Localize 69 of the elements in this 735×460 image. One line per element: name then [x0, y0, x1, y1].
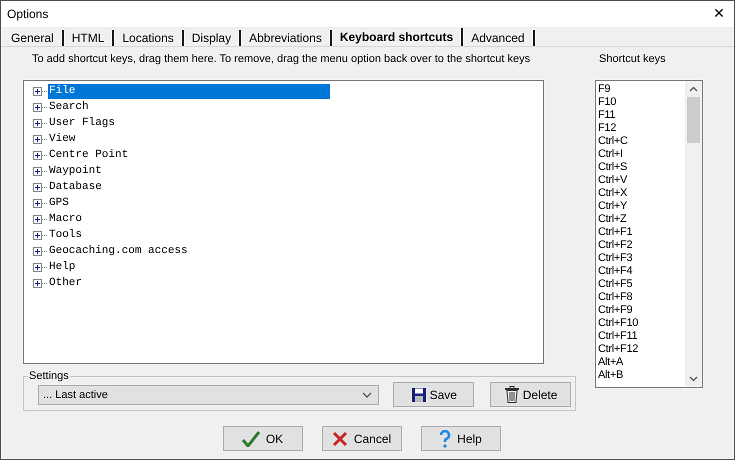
shortcut-key-item[interactable]: Ctrl+F12 — [598, 343, 685, 356]
shortcut-key-item[interactable]: Ctrl+F1 — [598, 226, 685, 239]
chevron-down-icon — [362, 392, 372, 398]
expand-icon[interactable] — [33, 214, 42, 224]
shortcut-key-item[interactable]: Ctrl+F5 — [598, 278, 685, 291]
expand-icon[interactable] — [33, 230, 42, 240]
expand-icon[interactable] — [33, 166, 42, 176]
cross-icon — [332, 430, 348, 446]
expand-icon[interactable] — [33, 134, 42, 144]
expand-icon[interactable] — [33, 198, 42, 208]
trash-can-icon — [504, 386, 520, 403]
tree-item[interactable]: Centre Point — [48, 148, 130, 162]
question-mark-icon — [439, 430, 452, 448]
shortcut-key-item[interactable]: Ctrl+F4 — [598, 265, 685, 278]
shortcut-key-item[interactable]: F12 — [598, 122, 685, 135]
scroll-down-icon[interactable] — [689, 376, 698, 382]
expand-icon[interactable] — [33, 182, 42, 192]
shortcut-key-item[interactable]: Alt+A — [598, 356, 685, 369]
shortcut-key-item[interactable]: Ctrl+I — [598, 148, 685, 161]
shortcut-key-item[interactable]: Ctrl+S — [598, 161, 685, 174]
expand-icon[interactable] — [33, 150, 42, 160]
shortcut-key-item[interactable]: Ctrl+Y — [598, 200, 685, 213]
expand-icon[interactable] — [33, 86, 42, 96]
shortcut-key-item[interactable]: Ctrl+F8 — [598, 291, 685, 304]
cancel-button[interactable]: Cancel — [322, 426, 402, 451]
shortcut-key-item[interactable]: Ctrl+Z — [598, 213, 685, 226]
shortcut-key-item[interactable]: Alt+B — [598, 369, 685, 382]
tree-item[interactable]: Other — [48, 276, 84, 290]
shortcut-keys-label: Shortcut keys — [598, 53, 667, 67]
shortcut-key-item[interactable]: Ctrl+F2 — [598, 239, 685, 252]
tree-item[interactable]: Search — [48, 100, 90, 114]
tree-item[interactable]: View — [48, 132, 76, 146]
settings-dropdown[interactable]: ... Last active — [38, 384, 380, 404]
shortcut-key-item[interactable]: F9 — [598, 83, 685, 96]
shortcut-key-item[interactable]: Ctrl+F10 — [598, 317, 685, 330]
help-button[interactable]: Help — [420, 426, 500, 451]
checkmark-icon — [242, 430, 260, 446]
scrollbar[interactable] — [685, 81, 702, 387]
expand-icon[interactable] — [33, 102, 42, 112]
tree-item[interactable]: Macro — [48, 212, 84, 226]
expand-icon[interactable] — [33, 278, 42, 288]
tree-item[interactable]: Waypoint — [48, 164, 103, 178]
shortcut-key-item[interactable]: Ctrl+F9 — [598, 304, 685, 317]
expand-icon[interactable] — [33, 118, 42, 128]
tree-item[interactable]: File — [48, 84, 330, 98]
shortcut-key-item[interactable]: Ctrl+C — [598, 135, 685, 148]
delete-button[interactable]: Delete — [490, 382, 572, 407]
save-button[interactable]: Save — [393, 382, 474, 407]
tree-item[interactable]: User Flags — [48, 116, 116, 130]
expand-icon[interactable] — [33, 262, 42, 272]
settings-label: Settings — [28, 370, 70, 382]
scroll-up-icon[interactable] — [689, 86, 698, 92]
instructions-text: To add shortcut keys, drag them here. To remove, drag the menu option back over to the shortcut keys — [31, 53, 532, 67]
scrollbar-thumb[interactable] — [687, 97, 700, 143]
tree-item[interactable]: Help — [48, 260, 76, 274]
tree-item[interactable]: Geocaching.com access — [48, 244, 189, 258]
ok-button[interactable]: OK — [222, 426, 302, 451]
tree-item[interactable]: GPS — [48, 196, 70, 210]
shortcut-key-item[interactable]: F10 — [598, 96, 685, 109]
shortcut-key-item[interactable]: Ctrl+X — [598, 187, 685, 200]
tree-item[interactable]: Tools — [48, 228, 84, 242]
shortcut-key-item[interactable]: Ctrl+V — [598, 174, 685, 187]
shortcut-key-item[interactable]: F11 — [598, 109, 685, 122]
shortcut-key-item[interactable]: Ctrl+F3 — [598, 252, 685, 265]
shortcut-key-item[interactable]: Ctrl+F11 — [598, 330, 685, 343]
expand-icon[interactable] — [33, 246, 42, 256]
tree-item[interactable]: Database — [48, 180, 103, 194]
close-button[interactable]: ✕ — [704, 1, 734, 27]
window-title: Options — [7, 7, 48, 21]
